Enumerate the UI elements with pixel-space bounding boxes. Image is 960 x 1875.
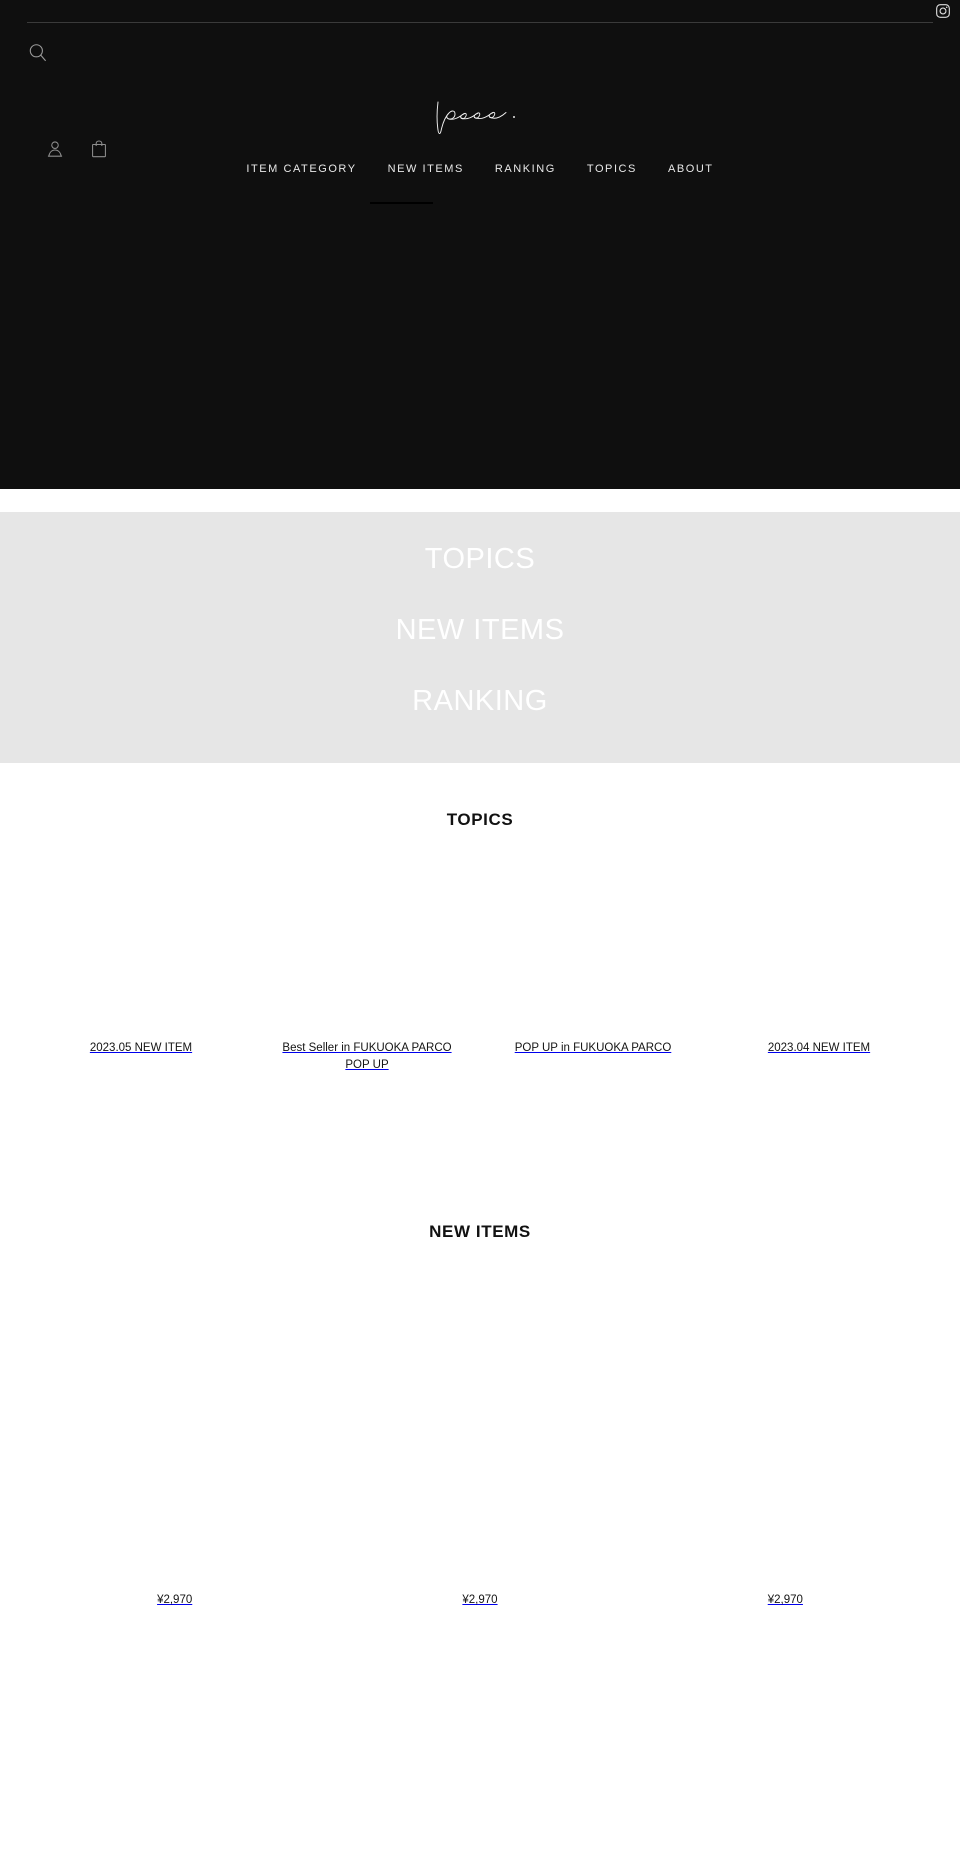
site-header: ITEM CATEGORY NEW ITEMS RANKING TOPICS A…: [0, 0, 960, 489]
banner-link-ranking[interactable]: RANKING: [0, 687, 960, 716]
product-price: ¥2,970: [767, 1594, 803, 1606]
banner-link-new-items[interactable]: NEW ITEMS: [0, 616, 960, 645]
header-actions: [45, 139, 109, 159]
product-card[interactable]: ¥2,970: [22, 1278, 328, 1606]
main-navigation: ITEM CATEGORY NEW ITEMS RANKING TOPICS A…: [0, 163, 960, 175]
product-price: ¥2,970: [462, 1594, 498, 1606]
shopping-bag-icon[interactable]: [89, 139, 109, 159]
new-items-grid: ¥2,970 ¥2,970 ¥2,970: [0, 1278, 960, 1606]
account-icon[interactable]: [45, 139, 65, 159]
topic-card[interactable]: 2023.04 NEW ITEM: [706, 866, 932, 1073]
topic-card[interactable]: Best Seller in FUKUOKA PARCO POP UP: [254, 866, 480, 1073]
product-thumbnail: [327, 1278, 633, 1588]
topic-label: 2023.04 NEW ITEM: [767, 1042, 871, 1054]
product-card[interactable]: ¥2,970: [327, 1278, 633, 1606]
topic-label: POP UP in FUKUOKA PARCO: [514, 1042, 672, 1054]
product-price: ¥2,970: [157, 1594, 193, 1606]
topic-thumbnail: [480, 866, 706, 1031]
nav-item-ranking[interactable]: RANKING: [495, 163, 556, 175]
nav-item-item-category[interactable]: ITEM CATEGORY: [246, 163, 356, 175]
nav-item-about[interactable]: ABOUT: [668, 163, 714, 175]
topic-label: 2023.05 NEW ITEM: [89, 1042, 193, 1054]
topic-thumbnail: [254, 866, 480, 1031]
banner-link-topics[interactable]: TOPICS: [0, 545, 960, 574]
new-items-heading: NEW ITEMS: [429, 1222, 531, 1241]
topic-thumbnail: [28, 866, 254, 1031]
nav-active-underline: [370, 202, 433, 204]
topic-card[interactable]: POP UP in FUKUOKA PARCO: [480, 866, 706, 1073]
product-thumbnail: [632, 1278, 938, 1588]
nav-item-topics[interactable]: TOPICS: [587, 163, 637, 175]
header-divider: [27, 22, 933, 23]
search-icon[interactable]: [27, 42, 49, 64]
nav-item-new-items[interactable]: NEW ITEMS: [388, 163, 464, 175]
utility-bar: [0, 0, 960, 22]
topics-section: TOPICS 2023.05 NEW ITEM Best Seller in F…: [0, 810, 960, 1073]
instagram-icon[interactable]: [935, 3, 951, 19]
topic-thumbnail: [706, 866, 932, 1031]
topics-grid: 2023.05 NEW ITEM Best Seller in FUKUOKA …: [0, 866, 960, 1073]
topics-heading: TOPICS: [446, 810, 514, 829]
site-logo[interactable]: [0, 92, 960, 142]
product-thumbnail: [22, 1278, 328, 1588]
product-card[interactable]: ¥2,970: [632, 1278, 938, 1606]
new-items-section: NEW ITEMS ¥2,970 ¥2,970 ¥2,970: [0, 1222, 960, 1606]
topic-card[interactable]: 2023.05 NEW ITEM: [28, 866, 254, 1073]
banner-links-section: TOPICS NEW ITEMS RANKING: [0, 512, 960, 763]
topic-label: Best Seller in FUKUOKA PARCO POP UP: [282, 1042, 452, 1071]
brand-signature-icon: [436, 101, 515, 134]
